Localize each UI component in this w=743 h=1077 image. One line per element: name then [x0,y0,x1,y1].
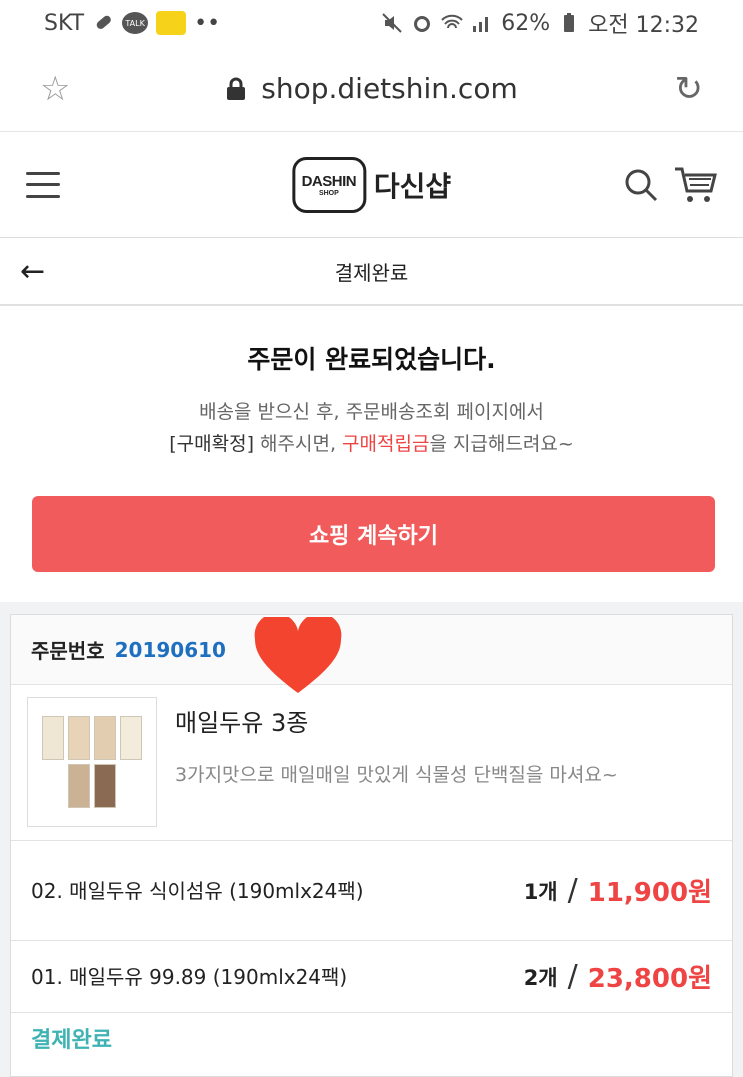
battery-percent: 62% [501,10,551,36]
purchase-confirm-text: [구매확정] [169,433,254,455]
completion-line-2-mid: 해주시면, [253,433,343,455]
site-logo[interactable]: DASHIN SHOP 다신샵 [291,156,452,213]
completion-line-1: 배송을 받으신 후, 주문배송조회 페이지에서 [199,401,544,423]
bookmark-star-icon[interactable]: ☆ [40,69,80,109]
more-notifications-icon: •• [194,10,221,36]
carrier-label: SKT [44,10,85,36]
soymilk-box-image [68,716,90,760]
mute-icon [382,13,402,33]
completion-headline: 주문이 완료되었습니다. [247,345,496,374]
cart-icon[interactable] [673,165,717,205]
browser-url-bar: ☆ shop.dietshin.com ↻ [0,46,743,132]
status-bar: SKT TALK •• 62% 오전 12:32 [0,0,743,46]
menu-icon[interactable] [26,171,60,198]
page-title-bar: ← 결제완료 [0,238,743,306]
reward-points-text: 구매적립금 [342,433,430,455]
option-name: 01. 매일두유 99.89 (190mlx24팩) [31,964,348,989]
logo-text: 다신샵 [373,169,452,203]
status-right: 62% 오전 12:32 [381,7,699,39]
logo-badge: DASHIN SHOP [291,156,366,213]
battery-icon [564,13,575,32]
notification-icon [156,11,187,35]
soymilk-box-image [94,716,116,760]
product-description: 3가지맛으로 매일매일 맛있게 식물성 단백질을 마셔요~ [175,764,618,786]
status-left: SKT TALK •• [44,11,220,36]
logo-badge-subtext: SHOP [318,189,339,197]
back-arrow-icon[interactable]: ← [20,254,60,289]
order-number-row: 주문번호 201906109 [11,615,732,693]
address-field[interactable]: shop.dietshin.com [80,72,663,105]
option-price: 11,900원 [587,878,712,908]
order-number-visible: 20190610 [114,637,226,662]
pill-icon [96,15,111,29]
separator-slash: / [567,959,578,994]
header-actions [623,165,717,205]
page-title: 결제완료 [334,260,409,285]
order-option-row: 01. 매일두유 99.89 (190mlx24팩) 2개 / 23,800원 [11,941,732,1013]
lock-icon [227,77,246,100]
completion-message: 주문이 완료되었습니다. 배송을 받으신 후, 주문배송조회 페이지에서 [구매… [0,306,743,460]
product-thumbnail [27,697,157,827]
completion-line-2: [구매확정] 해주시면, 구매적립금을 지급해드려요~ [0,428,743,460]
order-card: 주문번호 201906109 매일두유 3종 3가지맛으로 매일매일 맛있게 식… [10,614,733,1077]
separator-slash: / [567,873,578,908]
search-icon[interactable] [623,167,659,203]
option-name: 02. 매일두유 식이섬유 (190mlx24팩) [31,878,364,903]
completion-line-2-end: 을 지급해드려요~ [429,433,574,455]
continue-shopping-button[interactable]: 쇼핑 계속하기 [32,496,715,572]
soymilk-box-image [68,764,90,808]
soymilk-box-image [120,716,142,760]
site-header: DASHIN SHOP 다신샵 [0,132,743,238]
order-summary-area: 주문번호 201906109 매일두유 3종 3가지맛으로 매일매일 맛있게 식… [0,602,743,1077]
order-status: 결제완료 [31,1028,112,1053]
option-qty-price: 1개 / 11,900원 [524,872,712,909]
wifi-icon [441,14,463,29]
product-name: 매일두유 3종 [175,709,309,737]
alarm-icon [414,16,431,32]
option-quantity: 1개 [523,879,558,904]
option-price: 23,800원 [587,964,712,994]
product-row[interactable]: 매일두유 3종 3가지맛으로 매일매일 맛있게 식물성 단백질을 마셔요~ [11,685,732,841]
reload-icon[interactable]: ↻ [663,69,704,109]
soymilk-box-image [42,716,64,760]
logo-badge-text: DASHIN [301,172,357,190]
kakaotalk-icon: TALK [122,12,149,34]
url-text: shop.dietshin.com [261,72,518,105]
soymilk-box-image [94,764,116,808]
order-option-row: 02. 매일두유 식이섬유 (190mlx24팩) 1개 / 11,900원 [11,841,732,941]
order-number-label: 주문번호 [31,639,105,663]
clock: 오전 12:32 [588,13,699,38]
heart-icon [254,617,342,693]
option-qty-price: 2개 / 23,800원 [524,958,712,995]
option-quantity: 2개 [523,965,558,990]
product-info: 매일두유 3종 3가지맛으로 매일매일 맛있게 식물성 단백질을 마셔요~ [157,697,655,828]
signal-icon [473,17,489,32]
